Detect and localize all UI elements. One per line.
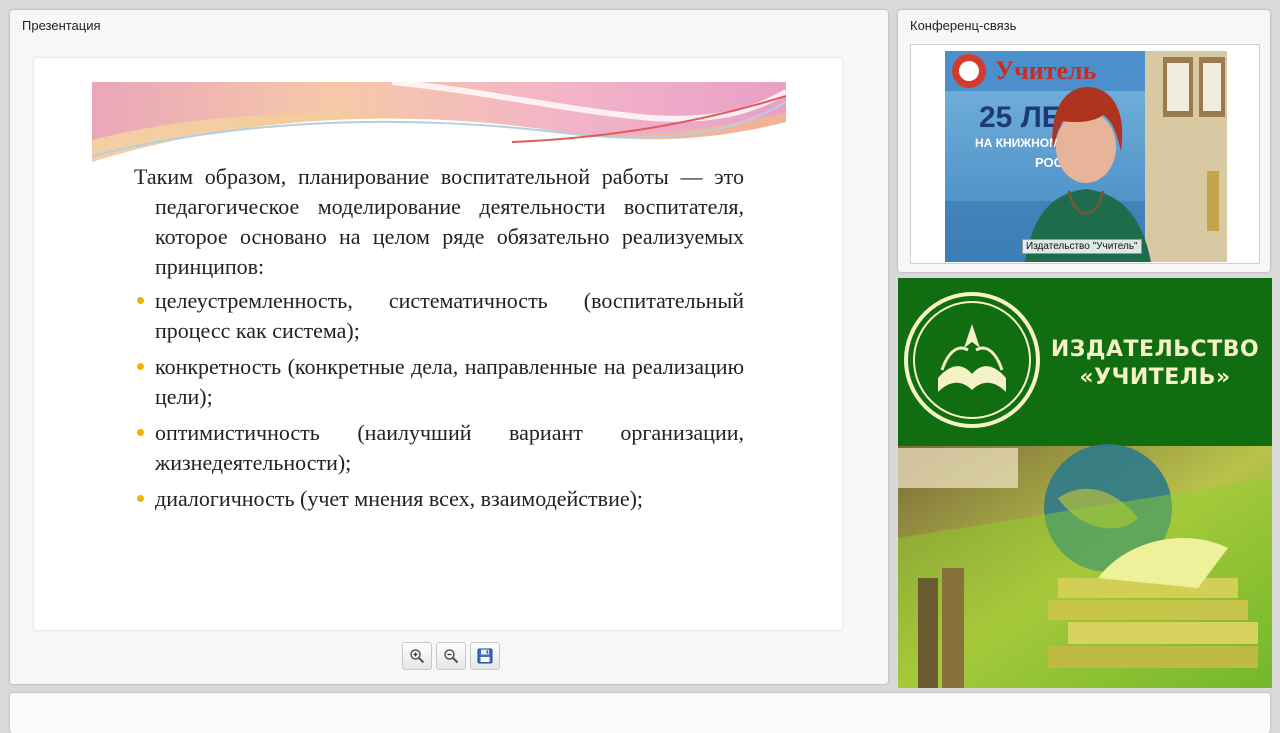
zoom-out-button[interactable] xyxy=(436,642,466,670)
list-item: конкретность (конкретные дела, направлен… xyxy=(137,352,744,412)
publisher-banner: ИЗДАТЕЛЬСТВО «УЧИТЕЛЬ» xyxy=(898,278,1272,688)
publisher-title-line1: ИЗДАТЕЛЬСТВО xyxy=(1050,337,1260,362)
list-item: диалогичность (учет мнения всех, взаимод… xyxy=(137,484,744,514)
list-item-text: конкретность (конкретные дела, направлен… xyxy=(155,354,744,409)
slide-decorative-banner xyxy=(92,82,786,162)
list-item-text: диалогичность (учет мнения всех, взаимод… xyxy=(155,486,644,511)
presentation-panel: Презентация Таким образом, планирование … xyxy=(10,10,888,684)
bottom-panel xyxy=(10,693,1270,733)
slide-intro-paragraph: Таким образом, планирование воспитательн… xyxy=(134,164,744,279)
presentation-panel-title: Презентация xyxy=(22,18,101,33)
speaker-video-image: Учитель 25 ЛЕТ НА КНИЖНОМ Р РОСС xyxy=(945,51,1227,262)
list-item: оптимистичность (наилучший вариант орган… xyxy=(137,418,744,478)
poster-brand-text: Учитель xyxy=(995,56,1097,85)
list-item-text: оптимистичность (наилучший вариант орган… xyxy=(155,420,744,475)
speaker-video: Учитель 25 ЛЕТ НА КНИЖНОМ Р РОСС Издател… xyxy=(945,51,1227,262)
slide-body: Таким образом, планирование воспитательн… xyxy=(134,162,744,520)
conference-panel: Конференц-связь Учитель 25 ЛЕТ НА КНИЖНО… xyxy=(898,10,1270,272)
bullet-dot-icon xyxy=(137,363,144,370)
list-item: целеустремленность, систематичность (вос… xyxy=(137,286,744,346)
bullet-dot-icon xyxy=(137,429,144,436)
zoom-in-button[interactable] xyxy=(402,642,432,670)
bullet-dot-icon xyxy=(137,297,144,304)
save-button[interactable] xyxy=(470,642,500,670)
publisher-title: ИЗДАТЕЛЬСТВО «УЧИТЕЛЬ» xyxy=(1040,336,1270,392)
zoom-out-icon xyxy=(444,649,459,664)
list-item-text: целеустремленность, систематичность (вос… xyxy=(155,288,744,343)
floppy-save-icon xyxy=(477,648,493,664)
zoom-in-icon xyxy=(410,649,425,664)
video-feed[interactable]: Учитель 25 ЛЕТ НА КНИЖНОМ Р РОСС Издател… xyxy=(910,44,1260,264)
conference-panel-title: Конференц-связь xyxy=(910,18,1017,33)
principles-list: целеустремленность, систематичность (вос… xyxy=(134,286,744,514)
bullet-dot-icon xyxy=(137,495,144,502)
speaker-name-label: Издательство "Учитель" xyxy=(1022,239,1142,254)
slide-toolbar xyxy=(402,642,500,670)
slide-canvas: Таким образом, планирование воспитательн… xyxy=(34,58,842,630)
publisher-title-line2: «УЧИТЕЛЬ» xyxy=(1079,365,1231,390)
